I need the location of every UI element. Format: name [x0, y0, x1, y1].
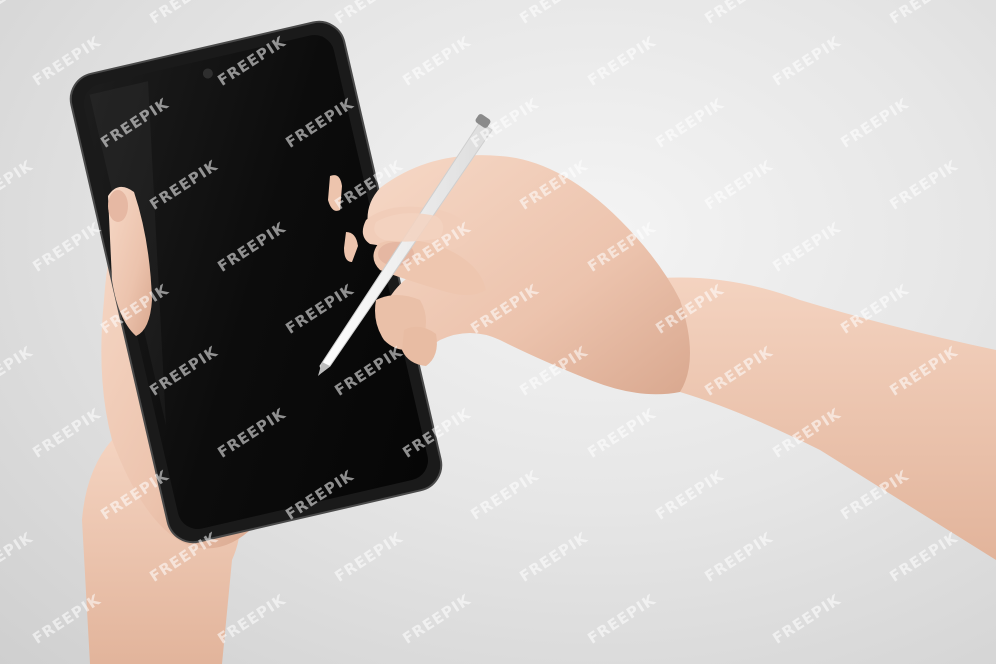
left-thumb-nail — [108, 190, 128, 222]
right-forearm — [640, 277, 996, 560]
left-fingertips — [328, 175, 342, 211]
photo-artwork — [69, 20, 996, 664]
photo-scene: FREEPIK FREEPIK FREEPIK FREEPIK FREEPIK FREEP… — [0, 0, 996, 664]
